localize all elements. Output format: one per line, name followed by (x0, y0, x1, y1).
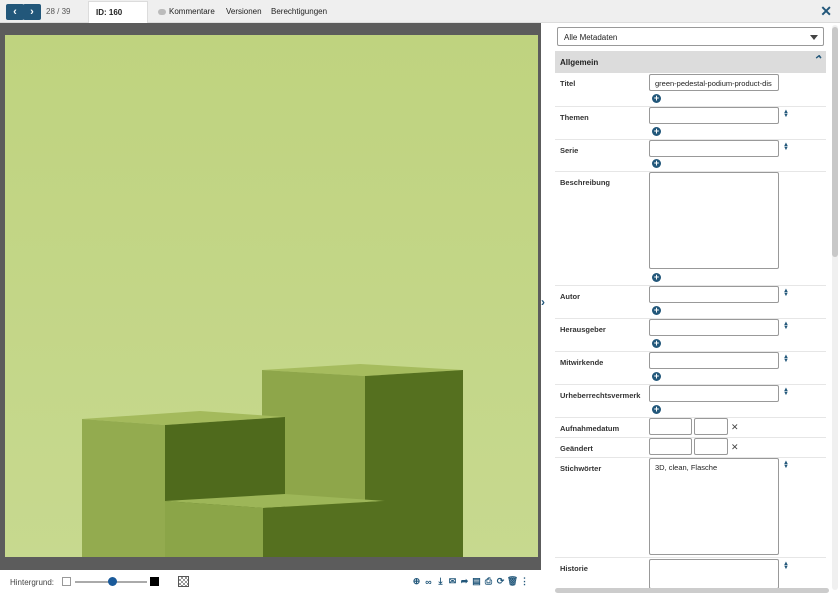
field-row-geaendert: Geändert ✕ (555, 438, 826, 458)
sort-icon[interactable]: ▲ ▼ (783, 321, 789, 331)
field-label: Autor (560, 292, 580, 301)
field-label: Herausgeber (560, 325, 606, 334)
historie-textarea[interactable] (649, 559, 779, 589)
image-viewer: ⊕ ⊖ ▣ ↺ ↻ (0, 23, 541, 591)
previous-button[interactable]: ‹ (6, 4, 24, 20)
add-value-icon[interactable]: + (652, 306, 661, 315)
herausgeber-input[interactable] (649, 319, 779, 336)
podium-image (5, 35, 538, 557)
background-transparent-swatch[interactable] (178, 576, 189, 587)
sort-icon[interactable]: ▲ ▼ (783, 460, 789, 470)
share-icon[interactable]: ➦ (460, 576, 469, 587)
vertical-scrollbar[interactable] (832, 25, 838, 590)
link-icon[interactable]: ∞ (424, 576, 433, 587)
field-label: Mitwirkende (560, 358, 604, 367)
field-label: Titel (560, 79, 576, 88)
urheberrechtsvermerk-input[interactable] (649, 385, 779, 402)
field-row-beschreibung: Beschreibung + (555, 172, 826, 286)
geaendert-date-input[interactable] (649, 438, 692, 455)
tab-permissions[interactable]: Berechtigungen (271, 7, 327, 16)
tab-id-label: ID: 160 (96, 8, 123, 17)
mitwirkende-input[interactable] (649, 352, 779, 369)
field-row-aufnahmedatum: Aufnahmedatum ✕ (555, 418, 826, 438)
mail-icon[interactable]: ✉ (448, 576, 457, 587)
tab-comments-label: Kommentare (169, 7, 215, 16)
serie-input[interactable] (649, 140, 779, 157)
field-label: Serie (560, 146, 579, 155)
add-value-icon[interactable]: + (652, 159, 661, 168)
collapse-panel-icon[interactable]: › (541, 295, 545, 309)
tab-versions[interactable]: Versionen (226, 7, 262, 16)
next-button[interactable]: › (23, 4, 41, 20)
add-icon[interactable]: ⊕ (412, 576, 421, 587)
more-icon[interactable]: ⋮ (520, 576, 529, 587)
refresh-icon[interactable]: ⟳ (496, 576, 505, 587)
background-black-swatch[interactable] (150, 577, 159, 586)
print-icon[interactable]: ⎙ (484, 576, 493, 587)
field-row-stichwoerter: Stichwörter 3D, clean, Flasche ▲ ▼ (555, 458, 826, 558)
trash-icon[interactable]: 🗑 (507, 576, 518, 587)
field-row-themen: Themen ▲ ▼ + (555, 107, 826, 140)
sort-icon[interactable]: ▲ ▼ (783, 142, 789, 152)
aufnahmedatum-date-input[interactable] (649, 418, 692, 435)
clear-icon[interactable]: ✕ (731, 422, 739, 433)
sort-icon[interactable]: ▲ ▼ (783, 561, 789, 571)
clear-icon[interactable]: ✕ (731, 442, 739, 453)
sort-icon[interactable]: ▲ ▼ (783, 354, 789, 364)
horizontal-scrollbar[interactable] (555, 588, 829, 593)
comment-icon (158, 8, 166, 15)
add-value-icon[interactable]: + (652, 127, 661, 136)
themen-input[interactable] (649, 107, 779, 124)
field-row-historie: Historie ▲ ▼ (555, 558, 826, 589)
sort-icon[interactable]: ▲ ▼ (783, 109, 789, 119)
add-value-icon[interactable]: + (652, 273, 661, 282)
stichwoerter-textarea[interactable]: 3D, clean, Flasche (649, 458, 779, 555)
chevron-down-icon (810, 35, 818, 40)
top-bar: ‹ › 28 / 39 ID: 160 Kommentare Versionen… (0, 0, 840, 23)
add-value-icon[interactable]: + (652, 94, 661, 103)
metadata-view-value: Alle Metadaten (564, 33, 618, 42)
metadata-view-select[interactable]: Alle Metadaten (557, 27, 824, 46)
scrollbar-thumb[interactable] (832, 27, 838, 257)
sort-icon[interactable]: ▲ ▼ (783, 288, 789, 298)
add-value-icon[interactable]: + (652, 339, 661, 348)
field-label: Geändert (560, 444, 593, 453)
preview-image (5, 35, 538, 557)
close-icon[interactable]: ✕ (820, 3, 832, 20)
field-row-autor: Autor ▲ ▼ + (555, 286, 826, 319)
field-label: Themen (560, 113, 589, 122)
aufnahmedatum-time-input[interactable] (694, 418, 728, 435)
tab-comments[interactable]: Kommentare (158, 7, 215, 16)
item-counter: 28 / 39 (46, 7, 71, 16)
document-icon[interactable]: ▤ (472, 576, 481, 587)
field-row-herausgeber: Herausgeber ▲ ▼ + (555, 319, 826, 352)
add-value-icon[interactable]: + (652, 405, 661, 414)
section-title: Allgemein (560, 58, 599, 67)
geaendert-time-input[interactable] (694, 438, 728, 455)
beschreibung-textarea[interactable] (649, 172, 779, 269)
field-row-mitwirkende: Mitwirkende ▲ ▼ + (555, 352, 826, 385)
action-toolbar: ⊕ ∞ ⤓ ✉ ➦ ▤ ⎙ ⟳ 🗑 ⋮ (412, 576, 529, 587)
viewer-bottom-bar: Hintergrund: ⊕ ∞ ⤓ ✉ ➦ ▤ ⎙ ⟳ 🗑 ⋮ (0, 570, 541, 594)
titel-input[interactable]: green-pedestal-podium-product-dis (649, 74, 779, 91)
tab-id[interactable]: ID: 160 (88, 1, 148, 23)
field-row-serie: Serie ▲ ▼ + (555, 140, 826, 172)
field-row-urheberrechtsvermerk: Urheberrechtsvermerk ▲ ▼ + (555, 385, 826, 418)
background-slider-handle[interactable] (108, 577, 117, 586)
field-row-titel: Titel green-pedestal-podium-product-dis … (555, 73, 826, 107)
background-white-swatch[interactable] (62, 577, 71, 586)
field-label: Stichwörter (560, 464, 602, 473)
field-label: Urheberrechtsvermerk (560, 391, 641, 400)
section-header-general[interactable]: Allgemein ⌃ (555, 51, 826, 73)
autor-input[interactable] (649, 286, 779, 303)
add-value-icon[interactable]: + (652, 372, 661, 381)
metadata-panel: Alle Metadaten Allgemein ⌃ Titel green-p… (553, 23, 840, 594)
background-label: Hintergrund: (10, 578, 55, 587)
chevron-up-icon[interactable]: ⌃ (812, 53, 822, 67)
field-label: Beschreibung (560, 178, 611, 187)
sort-icon[interactable]: ▲ ▼ (783, 387, 789, 397)
field-label: Aufnahmedatum (560, 424, 620, 433)
download-icon[interactable]: ⤓ (436, 576, 445, 587)
field-label: Historie (560, 564, 588, 573)
